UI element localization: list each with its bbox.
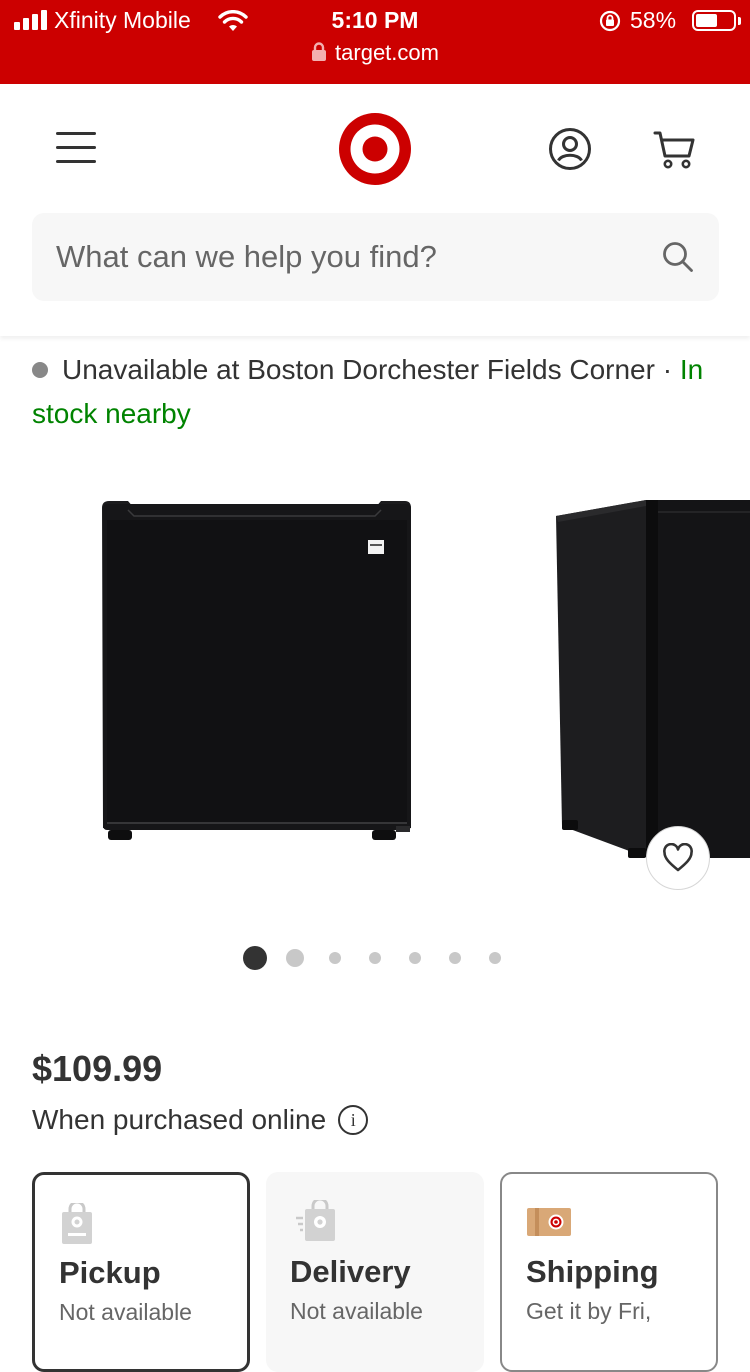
search-input[interactable]: [56, 237, 636, 277]
fulfillment-title: Shipping: [526, 1254, 659, 1289]
carousel-dot[interactable]: [449, 952, 461, 964]
carousel-dot[interactable]: [286, 949, 304, 967]
padlock-icon: [312, 42, 327, 61]
price-note: When purchased online i: [32, 1104, 369, 1136]
battery-percent: 58%: [630, 7, 677, 33]
product-image-carousel[interactable]: [0, 466, 750, 926]
search-icon[interactable]: [662, 241, 694, 273]
store-availability: Unavailable at Boston Dorchester Fields …: [32, 348, 722, 436]
carousel-dot[interactable]: [369, 952, 381, 964]
fulfillment-option-shipping[interactable]: Shipping Get it by Fri,: [500, 1172, 718, 1372]
fulfillment-subtitle: Not available: [290, 1298, 423, 1324]
search-bar[interactable]: [32, 213, 719, 301]
url-text: target.com: [335, 40, 439, 65]
product-price: $109.99: [32, 1048, 163, 1089]
shipping-box-icon: [527, 1208, 571, 1236]
cart-icon[interactable]: [652, 128, 696, 170]
info-icon[interactable]: i: [338, 1105, 369, 1135]
fulfillment-option-delivery[interactable]: Delivery Not available: [266, 1172, 484, 1372]
carousel-dot[interactable]: [409, 952, 421, 964]
account-icon[interactable]: [548, 127, 592, 171]
menu-button[interactable]: [54, 132, 98, 164]
carousel-dot[interactable]: [329, 952, 341, 964]
heart-icon: [663, 843, 693, 872]
rotation-lock-icon: [599, 10, 621, 32]
carousel-dot[interactable]: [243, 946, 267, 970]
battery-tip: [738, 17, 741, 25]
product-image-front[interactable]: [100, 498, 414, 844]
price-note-text: When purchased online: [32, 1104, 327, 1135]
status-dot-icon: [32, 362, 48, 378]
battery-icon: [692, 10, 736, 31]
address-bar[interactable]: target.com: [0, 40, 750, 66]
fulfillment-subtitle: Get it by Fri,: [526, 1298, 652, 1324]
availability-separator: ·: [654, 354, 680, 385]
fulfillment-title: Delivery: [290, 1254, 411, 1289]
add-to-favorites-button[interactable]: [646, 826, 710, 890]
target-logo-icon[interactable]: [339, 113, 411, 185]
fulfillment-subtitle: Not available: [59, 1299, 192, 1325]
availability-status: Unavailable at Boston Dorchester Fields …: [62, 354, 655, 385]
fulfillment-title: Pickup: [59, 1255, 161, 1290]
fulfillment-option-pickup[interactable]: Pickup Not available: [32, 1172, 250, 1372]
site-header: [0, 84, 750, 336]
status-bar: Xfinity Mobile 5:10 PM 58% target.com: [0, 0, 750, 84]
product-image-side[interactable]: [556, 498, 750, 860]
carousel-pagination[interactable]: [0, 946, 750, 970]
pickup-bag-icon: [62, 1203, 92, 1244]
carousel-dot[interactable]: [489, 952, 501, 964]
delivery-bag-icon: [296, 1200, 335, 1241]
